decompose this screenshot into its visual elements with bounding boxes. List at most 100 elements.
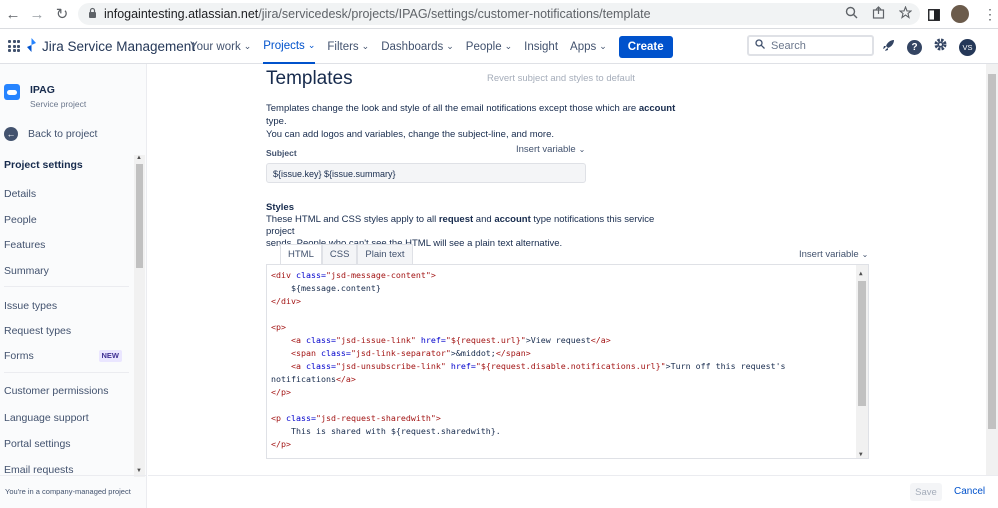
share-icon[interactable] xyxy=(872,6,885,22)
code-content[interactable]: <div class="jsd-message-content"> ${mess… xyxy=(271,269,786,451)
desc-text: type. xyxy=(266,116,287,127)
nav-label: Your work xyxy=(190,40,241,53)
nav-projects[interactable]: Projects ⌄ xyxy=(263,29,316,64)
code-token: <p> xyxy=(271,322,286,332)
nav-label: People xyxy=(465,40,502,53)
scrollbar-thumb[interactable] xyxy=(136,164,143,268)
address-bar[interactable]: infogaintesting.atlassian.net/jira/servi… xyxy=(78,3,920,25)
sidebar-item-label: Details xyxy=(4,188,37,200)
sidebar-item-label: Language support xyxy=(4,412,89,424)
tab-plain-text[interactable]: Plain text xyxy=(357,244,413,264)
search-input[interactable]: Search xyxy=(747,35,874,56)
project-type: Service project xyxy=(30,99,87,109)
sidebar-divider xyxy=(4,372,129,373)
scroll-down-arrow-icon[interactable]: ▼ xyxy=(136,468,142,474)
page-description: Templates change the look and style of a… xyxy=(266,102,686,141)
sidebar-item-details[interactable]: Details xyxy=(4,188,122,200)
code-token: </div> xyxy=(271,296,301,306)
nav-apps[interactable]: Apps ⌄ xyxy=(570,29,607,64)
sidebar-scrollbar[interactable]: ▲ ▼ xyxy=(134,155,145,477)
insert-variable-subject-button[interactable]: Insert variable ⌄ xyxy=(516,144,585,155)
html-code-editor[interactable]: <div class="jsd-message-content"> ${mess… xyxy=(266,264,869,459)
code-token: "jsd-unsubscribe-link" xyxy=(335,361,446,371)
reload-icon[interactable]: ↻ xyxy=(52,4,72,24)
cancel-button[interactable]: Cancel xyxy=(954,486,985,497)
nav-filters[interactable]: Filters ⌄ xyxy=(327,29,369,64)
code-token: class= xyxy=(305,361,336,371)
tab-css[interactable]: CSS xyxy=(321,244,358,264)
side-panel-icon[interactable] xyxy=(928,8,940,26)
create-button[interactable]: Create xyxy=(618,35,673,58)
profile-avatar[interactable] xyxy=(951,5,969,23)
help-icon[interactable]: ? xyxy=(907,39,922,55)
zoom-icon[interactable] xyxy=(845,6,858,22)
nav-label: Filters xyxy=(327,40,359,53)
nav-insight[interactable]: Insight xyxy=(524,29,558,64)
code-token: This is shared with ${request.sharedwith… xyxy=(271,426,501,436)
sidebar-item-issue-types[interactable]: Issue types xyxy=(4,300,122,312)
code-token: ${message.content} xyxy=(271,283,381,293)
settings-gear-icon[interactable] xyxy=(933,37,948,57)
sidebar-item-label: Customer permissions xyxy=(4,385,109,397)
nav-people[interactable]: People ⌄ xyxy=(466,29,512,64)
sidebar-divider xyxy=(4,286,129,287)
cloud-project-icon xyxy=(4,84,20,100)
tab-html[interactable]: HTML xyxy=(280,244,322,264)
sidebar-item-customer-permissions[interactable]: Customer permissions xyxy=(4,385,122,397)
scrollbar-thumb[interactable] xyxy=(988,74,996,429)
user-avatar[interactable]: VS xyxy=(959,38,976,56)
insert-variable-label: Insert variable xyxy=(516,144,576,155)
notifications-rocket-icon[interactable] xyxy=(882,38,896,57)
nav-label: Projects xyxy=(263,39,305,52)
code-token: > xyxy=(430,270,436,280)
lock-icon xyxy=(88,7,97,21)
app-switcher-icon[interactable] xyxy=(8,40,20,52)
back-to-project-link[interactable]: ← Back to project xyxy=(4,127,97,141)
code-token: <div xyxy=(271,270,296,280)
nav-dashboards[interactable]: Dashboards ⌄ xyxy=(381,29,454,64)
project-header[interactable]: IPAG Service project xyxy=(4,84,86,109)
search-placeholder: Search xyxy=(771,39,806,52)
chevron-down-icon: ⌄ xyxy=(361,41,370,51)
product-logo[interactable]: Jira Service Management xyxy=(26,38,195,55)
sidebar-item-label: Features xyxy=(4,239,46,251)
chevron-down-icon: ⌄ xyxy=(243,41,252,51)
sidebar-section-title: Project settings xyxy=(4,159,83,171)
code-token: "jsd-issue-link" xyxy=(335,335,416,345)
forward-arrow-icon[interactable]: → xyxy=(27,4,47,24)
sidebar-item-request-types[interactable]: Request types xyxy=(4,325,122,337)
nav-label: Dashboards xyxy=(381,40,444,53)
subject-field[interactable]: ${issue.key} ${issue.summary} xyxy=(266,163,586,183)
page-scrollbar[interactable] xyxy=(986,64,998,475)
bookmark-star-icon[interactable] xyxy=(898,5,913,22)
code-token: class= xyxy=(286,413,316,423)
sidebar-item-language-support[interactable]: Language support xyxy=(4,412,122,424)
scrollbar-thumb[interactable] xyxy=(858,281,866,406)
code-token: </span> xyxy=(495,348,531,358)
sidebar-item-people[interactable]: People xyxy=(4,214,122,226)
product-name: Jira Service Management xyxy=(42,39,196,54)
back-arrow-icon[interactable]: ← xyxy=(3,4,23,24)
sidebar-item-features[interactable]: Features xyxy=(4,239,122,251)
scroll-up-arrow-icon[interactable]: ▲ xyxy=(859,267,863,280)
jira-top-navigation: Jira Service Management Your work ⌄ Proje… xyxy=(0,29,998,64)
revert-defaults-link[interactable]: Revert subject and styles to default xyxy=(487,73,635,84)
sidebar-item-summary[interactable]: Summary xyxy=(4,265,122,277)
styles-bold: request xyxy=(438,214,474,225)
company-managed-note: You're in a company-managed project xyxy=(0,475,146,508)
sidebar-item-forms[interactable]: Forms NEW xyxy=(4,350,122,362)
editor-scrollbar[interactable]: ▲ ▼ xyxy=(856,265,868,458)
browser-menu-icon[interactable]: ⋮ xyxy=(983,6,997,23)
save-button[interactable]: Save xyxy=(910,483,942,501)
scroll-up-arrow-icon[interactable]: ▲ xyxy=(136,155,142,161)
form-footer: Save Cancel xyxy=(148,475,998,508)
insert-variable-label: Insert variable xyxy=(799,249,859,260)
nav-your-work[interactable]: Your work ⌄ xyxy=(190,29,251,64)
sidebar-item-portal-settings[interactable]: Portal settings xyxy=(4,438,122,450)
jira-logo-icon xyxy=(26,38,37,55)
scroll-down-arrow-icon[interactable]: ▼ xyxy=(859,448,863,458)
back-arrow-icon: ← xyxy=(4,127,18,141)
page-title: Templates xyxy=(266,68,353,89)
code-token: "${request.disable.notifications.url}" xyxy=(475,361,666,371)
insert-variable-styles-button[interactable]: Insert variable ⌄ xyxy=(799,249,868,260)
